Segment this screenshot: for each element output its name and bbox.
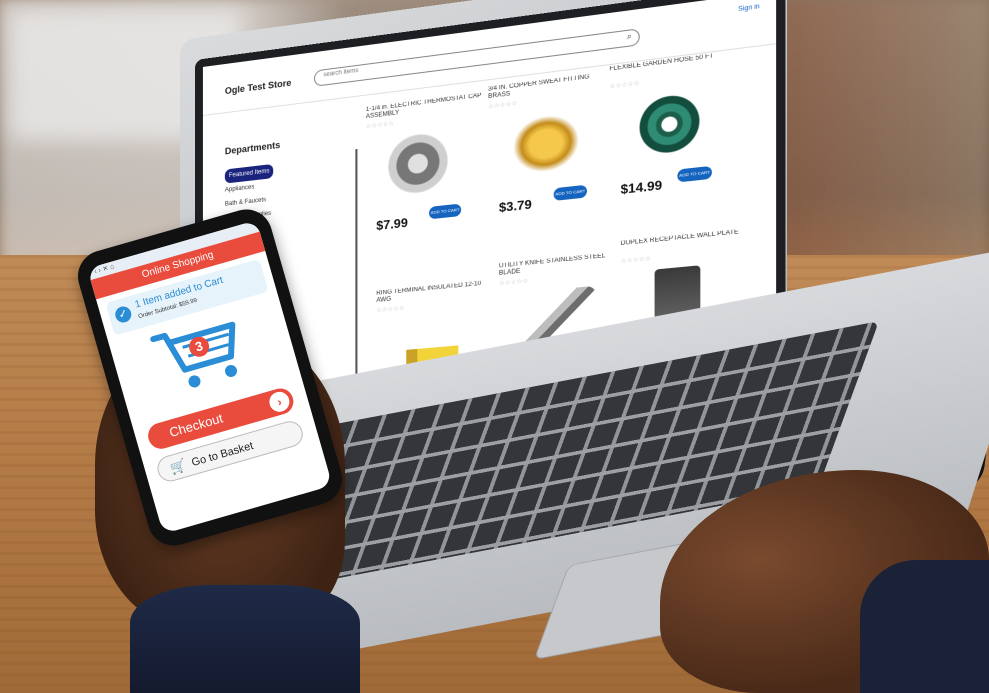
product-card[interactable]: FLEXIBLE GARDEN HOSE 50 FT ☆☆☆☆☆ $14.99 … [609, 51, 735, 226]
product-card[interactable]: 1-1/4 in. ELECTRIC THERMOSTAT CAP ASSEMB… [366, 93, 483, 261]
add-to-cart-button[interactable]: ADD TO CART [677, 166, 712, 183]
sign-in-link[interactable]: Sign in [738, 4, 759, 13]
product-price: $7.99 [376, 215, 408, 233]
checkout-label: Checkout [168, 410, 225, 440]
add-to-cart-button[interactable]: ADD TO CART [554, 185, 587, 201]
basket-icon: 🛒 [167, 452, 190, 481]
photo-scene: Ogle Test Store search items ⌕ Sign in D… [0, 0, 989, 693]
product-image[interactable] [630, 86, 710, 162]
basket-label: Go to Basket [190, 440, 254, 469]
product-image[interactable] [385, 127, 459, 200]
add-to-cart-button[interactable]: ADD TO CART [429, 203, 461, 219]
left-sleeve [130, 585, 360, 693]
departments-title: Departments [225, 140, 280, 157]
product-card[interactable]: 3/4 IN. COPPER SWEAT FITTING BRASS ☆☆☆☆☆… [488, 72, 609, 244]
search-icon[interactable]: ⌕ [627, 31, 632, 42]
arrow-right-icon[interactable]: › [267, 389, 292, 414]
sidebar-divider [355, 149, 357, 406]
check-icon: ✓ [113, 305, 133, 325]
product-price: $14.99 [621, 178, 663, 197]
product-price: $3.79 [499, 197, 532, 215]
right-sleeve [860, 560, 989, 693]
store-name: Ogle Test Store [225, 78, 292, 97]
search-placeholder: search items [323, 68, 358, 79]
product-image[interactable] [508, 106, 585, 180]
